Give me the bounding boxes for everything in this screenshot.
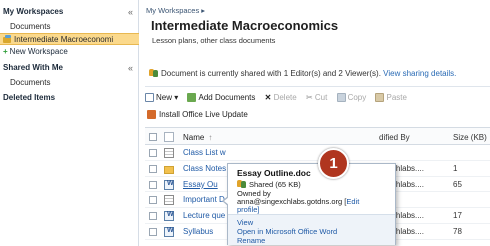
sidebar-item-documents[interactable]: Documents (0, 21, 139, 33)
copy-label: Copy (347, 93, 367, 102)
add-documents-icon (187, 93, 197, 102)
add-documents-button[interactable]: Add Documents (187, 90, 255, 106)
cut-button[interactable]: ✂ Cut (306, 90, 327, 106)
sidebar-item-label: Intermediate Macroeconomi (14, 35, 114, 44)
page-subtitle: Lesson plans, other class documents (152, 36, 276, 45)
sidebar: My Workspaces « Documents Intermediate M… (0, 0, 139, 246)
table-header: Name ↑ dified By Size (KB) (145, 127, 490, 145)
shared-with-me-label: Shared With Me (3, 63, 63, 72)
install-office-live-update-link[interactable]: Install Office Live Update (147, 110, 248, 119)
spreadsheet-file-icon (164, 148, 174, 158)
collapse-chevron-icon[interactable]: « (128, 5, 133, 19)
sharing-status-text: Document is currently shared with 1 Edit… (161, 69, 381, 78)
people-icon (149, 69, 158, 77)
scissors-icon: ✂ (305, 93, 313, 102)
cut-label: Cut (314, 93, 328, 102)
modified-by-column-header[interactable]: dified By (379, 133, 410, 142)
file-name-link[interactable]: Important D (183, 195, 225, 204)
office-install-icon (147, 110, 156, 119)
page-title: Intermediate Macroeconomics (151, 18, 339, 33)
row-checkbox[interactable] (149, 196, 157, 205)
word-document-icon (164, 211, 174, 222)
install-label: Install Office Live Update (159, 110, 248, 119)
size-column-header[interactable]: Size (KB) (453, 133, 487, 142)
open-in-word-menu-item[interactable]: Open in Microsoft Office Word (237, 227, 337, 236)
file-name-link[interactable]: Class Notes (183, 164, 226, 173)
popup-pointer-inner (224, 197, 229, 205)
people-icon (237, 180, 246, 188)
callout-number-badge: 1 (318, 148, 349, 179)
name-header-label: Name (183, 133, 205, 142)
sort-ascending-icon: ↑ (208, 133, 213, 142)
row-checkbox[interactable] (149, 227, 157, 236)
size-cell: 1 (453, 163, 458, 173)
popup-shared-text: Shared (65 KB) (249, 180, 301, 189)
copy-icon (336, 93, 346, 102)
size-cell: 78 (453, 226, 462, 236)
notes-file-icon (164, 165, 174, 174)
sidebar-item-label: New Workspace (9, 47, 68, 56)
select-all-checkbox[interactable] (149, 133, 157, 141)
delete-x-icon: ✕ (264, 93, 272, 102)
file-name-link[interactable]: Syllabus (183, 227, 213, 236)
word-document-icon (164, 226, 174, 237)
edit-profile-link[interactable]: Edit (346, 197, 359, 206)
add-documents-label: Add Documents (198, 93, 256, 102)
view-sharing-details-link[interactable]: View sharing details. (383, 69, 456, 78)
popup-actions-menu: View Open in Microsoft Office Word Renam… (228, 214, 395, 245)
workspace-icon (3, 35, 11, 43)
paste-icon (375, 93, 385, 102)
edit-profile-link-2[interactable]: profile] (237, 205, 260, 214)
file-name-link[interactable]: Essay Ou (183, 180, 218, 189)
new-document-icon (145, 93, 154, 102)
file-type-header-icon (164, 132, 174, 142)
view-menu-item[interactable]: View (237, 218, 253, 227)
size-cell: 17 (453, 211, 462, 221)
row-checkbox[interactable] (149, 164, 157, 173)
new-label: New ▾ (156, 93, 179, 102)
paste-label: Paste (386, 93, 407, 102)
popup-owner-line-2: profile] (237, 205, 260, 214)
popup-shared-line: Shared (65 KB) (237, 180, 301, 189)
row-checkbox[interactable] (149, 212, 157, 221)
copy-button[interactable]: Copy (336, 90, 367, 106)
my-workspaces-header[interactable]: My Workspaces « (0, 5, 139, 19)
paste-button[interactable]: Paste (375, 90, 407, 106)
popup-file-name: Essay Outline.doc (237, 168, 311, 178)
sidebar-item-intermediate-macroeconomics[interactable]: Intermediate Macroeconomi (0, 33, 139, 45)
file-name-link[interactable]: Lecture que (183, 211, 225, 220)
file-name-link[interactable]: Class List w (183, 148, 226, 157)
rename-menu-item[interactable]: Rename (237, 236, 265, 245)
table-row[interactable]: Class List w (145, 145, 490, 161)
sidebar-item-shared-documents[interactable]: Documents (0, 77, 139, 89)
word-document-icon (164, 179, 174, 190)
row-checkbox[interactable] (149, 149, 157, 157)
sidebar-item-label: Documents (10, 22, 51, 31)
shared-with-me-header[interactable]: Shared With Me « (0, 61, 139, 75)
divider (145, 86, 490, 87)
delete-label: Delete (273, 93, 297, 102)
toolbar: New ▾ Add Documents ✕ Delete ✂ Cut Copy … (145, 90, 490, 106)
size-cell: 65 (453, 179, 462, 189)
deleted-items-label: Deleted Items (3, 93, 56, 102)
sharing-status-bar: Document is currently shared with 1 Edit… (145, 67, 490, 81)
row-checkbox[interactable] (149, 180, 157, 189)
document-info-popup: Essay Outline.doc Shared (65 KB) Owned b… (227, 163, 396, 245)
spreadsheet-file-icon (164, 195, 174, 206)
sidebar-item-label: Documents (10, 78, 51, 87)
collapse-chevron-icon[interactable]: « (128, 61, 133, 75)
name-column-header[interactable]: Name ↑ (183, 133, 212, 142)
my-workspaces-label: My Workspaces (3, 7, 64, 16)
new-button[interactable]: New ▾ (145, 90, 178, 106)
new-workspace-button[interactable]: + New Workspace (0, 46, 139, 58)
breadcrumb[interactable]: My Workspaces ▸ (146, 6, 205, 15)
deleted-items-link[interactable]: Deleted Items (0, 91, 139, 105)
plus-icon: + (3, 47, 8, 56)
delete-button[interactable]: ✕ Delete (265, 90, 297, 106)
